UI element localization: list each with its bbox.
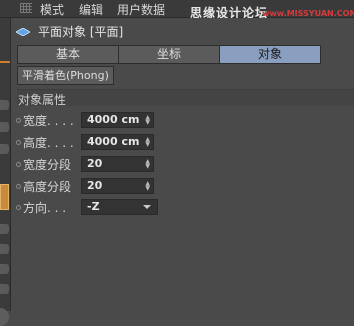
section-header <box>17 90 354 106</box>
panel-title: 平面对象 [平面] <box>38 25 124 39</box>
field-row-height-segments: 高度分段 20 ▲ ▼ <box>16 177 154 195</box>
tab-bar: 基本 坐标 对象 <box>17 45 321 64</box>
field-value: 20 <box>87 179 103 192</box>
drag-handle-icon[interactable] <box>20 3 32 13</box>
spinner-arrows-icon[interactable]: ▲ ▼ <box>145 137 150 148</box>
spinner-arrows-icon[interactable]: ▲ ▼ <box>145 159 150 170</box>
spinner-arrows-icon[interactable]: ▲ ▼ <box>145 181 150 192</box>
field-value: 4000 cm <box>87 113 140 126</box>
side-button[interactable] <box>0 244 9 254</box>
field-label: 宽度分段 <box>23 157 72 172</box>
field-row-width: 宽度. . . . 4000 cm ▲ ▼ <box>16 111 154 129</box>
field-label: 高度. . . . <box>23 135 74 150</box>
menubar: 模式 编辑 用户数据 思缘设计论坛 www.MISSYUAN.COM <box>0 0 354 20</box>
width-segments-input[interactable]: 20 ▲ ▼ <box>81 156 154 172</box>
accent-line <box>0 61 10 63</box>
field-value: 20 <box>87 157 103 170</box>
side-button[interactable] <box>0 284 9 294</box>
animate-dot-icon[interactable] <box>16 117 21 123</box>
field-label: 宽度. . . . <box>23 113 74 128</box>
left-side-strip <box>0 18 11 326</box>
panel-header: 平面对象 [平面] <box>16 23 123 40</box>
plane-object-icon <box>16 27 30 36</box>
animate-dot-icon[interactable] <box>16 204 21 210</box>
tab-coord[interactable]: 坐标 <box>119 46 220 63</box>
menu-edit[interactable]: 编辑 <box>79 1 103 18</box>
chevron-down-icon[interactable] <box>143 205 151 209</box>
tab-object[interactable]: 对象 <box>220 46 320 63</box>
spinner-arrows-icon[interactable]: ▲ ▼ <box>145 115 150 126</box>
side-button[interactable] <box>0 264 9 274</box>
height-segments-input[interactable]: 20 ▲ ▼ <box>81 178 154 194</box>
side-button[interactable] <box>0 144 9 154</box>
phong-tab-button[interactable]: 平滑着色(Phong) <box>17 66 114 85</box>
menu-user-data[interactable]: 用户数据 <box>117 1 165 18</box>
animate-dot-icon[interactable] <box>16 139 21 145</box>
width-input[interactable]: 4000 cm ▲ ▼ <box>81 112 154 128</box>
attribute-panel: 平面对象 [平面] 基本 坐标 对象 平滑着色(Phong) 对象属性 宽度. … <box>11 18 354 311</box>
orientation-dropdown[interactable]: -Z <box>81 199 158 215</box>
field-row-orientation: 方向. . . -Z <box>16 198 158 216</box>
field-value: 4000 cm <box>87 135 140 148</box>
field-row-width-segments: 宽度分段 20 ▲ ▼ <box>16 155 154 173</box>
side-button[interactable] <box>0 224 9 234</box>
field-label: 高度分段 <box>23 179 72 194</box>
tab-basic[interactable]: 基本 <box>18 46 119 63</box>
dropdown-value: -Z <box>87 200 100 213</box>
height-input[interactable]: 4000 cm ▲ ▼ <box>81 134 154 150</box>
animate-dot-icon[interactable] <box>16 161 21 167</box>
side-button[interactable] <box>0 100 9 110</box>
field-label: 方向. . . <box>23 200 67 215</box>
menu-mode[interactable]: 模式 <box>40 1 64 18</box>
animate-dot-icon[interactable] <box>16 183 21 189</box>
side-button[interactable] <box>0 122 9 132</box>
field-row-height: 高度. . . . 4000 cm ▲ ▼ <box>16 133 154 151</box>
watermark-url: www.MISSYUAN.COM <box>262 9 354 18</box>
side-thumbnail[interactable] <box>0 184 9 210</box>
section-title: 对象属性 <box>18 93 67 107</box>
